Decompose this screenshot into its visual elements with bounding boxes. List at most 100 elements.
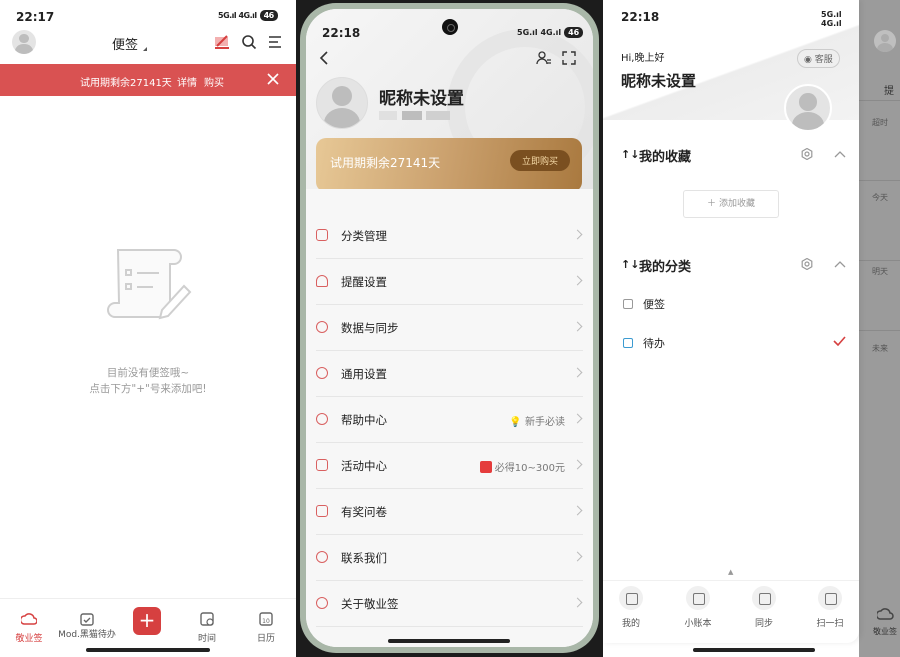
- pen-theme-icon[interactable]: [213, 34, 231, 50]
- trial-card: 试用期剩余27141天 立即购买: [316, 138, 582, 192]
- menu-label: 数据与同步: [341, 321, 399, 335]
- signal-icon: 5G.ıl 4G.ıl 46: [517, 27, 584, 38]
- sync-icon: [752, 586, 776, 610]
- category-item-todo[interactable]: 待办: [623, 335, 665, 351]
- menu-label: 活动中心: [341, 459, 387, 473]
- chevron-right-icon: [572, 505, 583, 516]
- trial-detail-link[interactable]: 详情: [177, 74, 197, 89]
- user-manage-icon[interactable]: [536, 51, 552, 65]
- chevron-right-icon: [572, 459, 583, 470]
- side-label: 未来: [872, 344, 888, 353]
- menu-label: 关于敬业签: [341, 597, 399, 611]
- scan-icon[interactable]: [562, 51, 576, 65]
- side-label: 明天: [872, 267, 888, 276]
- bottom-item-mine[interactable]: 我的: [611, 586, 651, 629]
- categories-title: 我的分类: [639, 260, 692, 275]
- camera-cutout: [442, 19, 458, 35]
- top-bar: 便签: [0, 28, 296, 64]
- phone-screen: 22:18 5G.ıl 4G.ıl 46 昵称未设置 试用期剩余27141天 立即…: [306, 9, 593, 647]
- menu-item-help[interactable]: 帮助中心 💡 新手必读: [316, 397, 583, 443]
- tab-jingyeqian[interactable]: 敬业签: [3, 611, 55, 644]
- trial-text: 试用期剩余27141天: [80, 78, 172, 89]
- checkmark-icon: [833, 336, 846, 346]
- help-icon: [316, 413, 328, 425]
- chevron-right-icon: [572, 413, 583, 424]
- chevron-right-icon: [572, 321, 583, 332]
- masked-id: [402, 111, 422, 120]
- favorites-title: 我的收藏: [639, 150, 692, 165]
- trial-buy-link[interactable]: 购买: [204, 74, 224, 89]
- avatar[interactable]: [784, 84, 832, 132]
- buy-now-button[interactable]: 立即购买: [509, 150, 570, 171]
- signal-icon: 5G.ıl 4G.ıl: [821, 10, 842, 28]
- chat-icon: [316, 551, 328, 563]
- bottom-item-scan[interactable]: 扫一扫: [810, 586, 850, 629]
- menu-item-activity[interactable]: 活动中心 必得10~300元: [316, 443, 583, 489]
- bookmark-icon: [623, 299, 633, 309]
- chevron-right-icon: [572, 367, 583, 378]
- gear-icon[interactable]: [801, 148, 813, 160]
- menu-item-about[interactable]: 关于敬业签: [316, 581, 583, 627]
- avatar[interactable]: [316, 77, 368, 129]
- menu-item-general[interactable]: 通用设置: [316, 351, 583, 397]
- chevron-right-icon: [572, 229, 583, 240]
- gear-icon[interactable]: [801, 258, 813, 270]
- sort-icon[interactable]: ↑↓: [621, 258, 639, 271]
- nickname[interactable]: 昵称未设置: [379, 84, 464, 109]
- search-icon[interactable]: [241, 34, 257, 50]
- phone-frame: 22:18 5G.ıl 4G.ıl 46 昵称未设置 试用期剩余27141天 立即…: [300, 3, 599, 653]
- trial-text: 试用期剩余27141天: [330, 156, 441, 170]
- settings-menu: 分类管理 提醒设置 数据与同步 通用设置 帮助中心 💡 新手必读 活动中心 必得1…: [306, 189, 593, 647]
- profile-screen: 22:18 5G.ıl 4G.ıl 46 昵称未设置 试用期剩余27141天 立即…: [296, 0, 603, 657]
- chevron-up-icon[interactable]: [834, 260, 846, 268]
- menu-extra: 必得10~300元: [479, 459, 565, 474]
- status-time: 22:17: [16, 10, 55, 24]
- menu-icon[interactable]: [268, 35, 282, 49]
- back-icon[interactable]: [318, 51, 330, 65]
- menu-extra: 💡 新手必读: [509, 417, 565, 428]
- add-note-button[interactable]: +: [133, 607, 161, 635]
- screenshot-collage: 22:17 5G.ıl 4G.ıl 46 便签 试用期剩余27141天 详情 购买: [0, 0, 900, 657]
- menu-item-survey[interactable]: 有奖问卷: [316, 489, 583, 535]
- chevron-up-icon[interactable]: [834, 150, 846, 158]
- bottom-item-sync[interactable]: 同步: [744, 586, 784, 629]
- settings-icon: [316, 367, 328, 379]
- status-time: 22:18: [322, 26, 361, 40]
- category-item-notes[interactable]: 便签: [623, 296, 665, 312]
- chevron-right-icon: [572, 597, 583, 608]
- divider: [603, 580, 859, 581]
- tab-label: 时间: [197, 634, 216, 644]
- nickname[interactable]: 昵称未设置: [621, 70, 696, 91]
- expand-up-icon[interactable]: ▲: [728, 568, 733, 576]
- cloud-icon: [21, 613, 37, 625]
- status-time: 22:18: [621, 10, 660, 24]
- close-icon[interactable]: [267, 73, 279, 85]
- info-icon: [316, 597, 328, 609]
- calendar-icon: 10: [259, 612, 273, 626]
- page-title[interactable]: 便签: [112, 34, 148, 53]
- menu-label: 有奖问卷: [341, 505, 387, 519]
- bottom-item-ledger[interactable]: 小账本: [678, 586, 718, 629]
- plus-icon: ＋: [707, 199, 717, 209]
- menu-item-contact[interactable]: 联系我们: [316, 535, 583, 581]
- customer-service-button[interactable]: ◉ 客服: [797, 49, 840, 68]
- sort-icon[interactable]: ↑↓: [621, 148, 639, 161]
- empty-message-line2: 点击下方"+"号来添加吧!: [89, 383, 207, 395]
- trial-banner: 试用期剩余27141天 详情 购买: [0, 64, 296, 96]
- side-label: 超时: [872, 118, 888, 127]
- add-favorite-button[interactable]: ＋ 添加收藏: [683, 190, 779, 218]
- menu-item-category[interactable]: 分类管理: [316, 213, 583, 259]
- menu-item-reminder[interactable]: 提醒设置: [316, 259, 583, 305]
- activity-icon: [316, 459, 328, 471]
- tab-time[interactable]: 时间: [181, 611, 233, 644]
- battery-icon: 46: [259, 10, 278, 21]
- sync-icon: [316, 321, 328, 333]
- masked-id: [426, 111, 450, 120]
- avatar[interactable]: [12, 30, 36, 54]
- chevron-right-icon: [572, 551, 583, 562]
- menu-item-sync[interactable]: 数据与同步: [316, 305, 583, 351]
- tab-calendar[interactable]: 10 日历: [240, 611, 292, 644]
- calendar-check-icon: [623, 338, 633, 348]
- empty-message-line1: 目前没有便签哦~: [106, 367, 190, 379]
- tab-todo-label: Mod.黑猫待办: [58, 630, 116, 640]
